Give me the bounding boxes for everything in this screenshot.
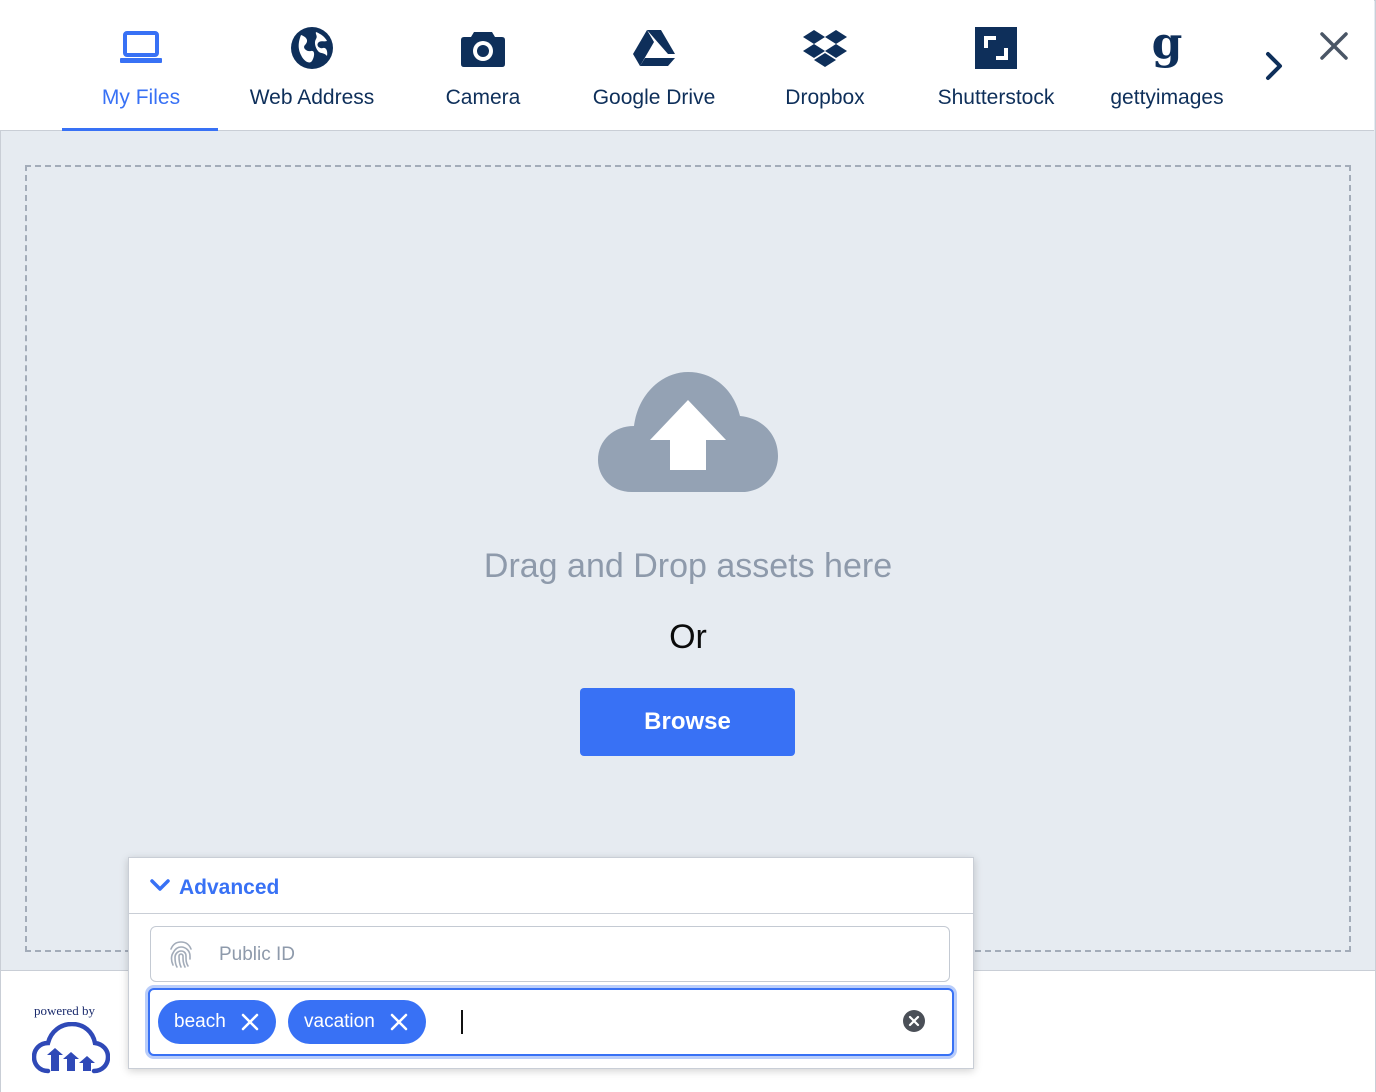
or-text: Or: [669, 618, 707, 656]
tab-label: Shutterstock: [937, 86, 1055, 109]
public-id-field[interactable]: [150, 926, 950, 982]
tab-label: Camera: [445, 86, 521, 109]
tab-label: gettyimages: [1110, 86, 1224, 109]
fingerprint-icon: [167, 939, 195, 969]
cloud-upload-icon: [596, 370, 780, 494]
public-id-input[interactable]: [217, 937, 921, 973]
globe-icon: [288, 24, 336, 72]
browse-button[interactable]: Browse: [580, 688, 795, 756]
laptop-icon: [117, 24, 165, 72]
tag-label: beach: [174, 1011, 226, 1032]
advanced-label: Advanced: [179, 876, 280, 899]
shutterstock-icon: [972, 24, 1020, 72]
tab-dropbox[interactable]: Dropbox: [745, 0, 905, 130]
tab-google-drive[interactable]: Google Drive: [574, 0, 734, 130]
advanced-toggle[interactable]: Advanced: [129, 858, 973, 914]
gettyimages-icon: g: [1143, 24, 1191, 72]
tab-label: Google Drive: [592, 86, 716, 109]
text-cursor: [461, 1010, 463, 1034]
google-drive-icon: [630, 24, 678, 72]
advanced-panel: Advanced beach vacation: [128, 857, 974, 1069]
tab-label: My Files: [101, 86, 181, 109]
svg-text:g: g: [1152, 24, 1183, 69]
tag-chip: vacation: [288, 1000, 426, 1044]
tags-input[interactable]: beach vacation: [148, 988, 954, 1056]
tab-label: Dropbox: [785, 86, 865, 109]
powered-by-text: powered by: [34, 1003, 96, 1018]
tab-camera[interactable]: Camera: [403, 0, 563, 130]
chevron-down-icon: [149, 878, 171, 894]
tab-my-files[interactable]: My Files: [61, 0, 221, 131]
tab-label: Web Address: [249, 86, 375, 109]
chevron-right-icon[interactable]: [1258, 48, 1292, 84]
clear-tags-icon[interactable]: [902, 1009, 926, 1033]
tag-label: vacation: [304, 1011, 375, 1032]
tab-shutterstock[interactable]: Shutterstock: [916, 0, 1076, 130]
cloudinary-logo-icon[interactable]: [31, 1021, 111, 1074]
remove-tag-icon[interactable]: [389, 1012, 409, 1032]
camera-icon: [459, 24, 507, 72]
source-tabs-bar: My Files Web Address Camera Google Drive…: [0, 0, 1374, 131]
dropbox-icon: [801, 24, 849, 72]
tab-web-address[interactable]: Web Address: [232, 0, 392, 130]
remove-tag-icon[interactable]: [240, 1012, 260, 1032]
tab-gettyimages[interactable]: g gettyimages: [1087, 0, 1247, 130]
drag-drop-text: Drag and Drop assets here: [483, 547, 893, 585]
tag-chip: beach: [158, 1000, 276, 1044]
close-icon[interactable]: [1314, 26, 1354, 66]
